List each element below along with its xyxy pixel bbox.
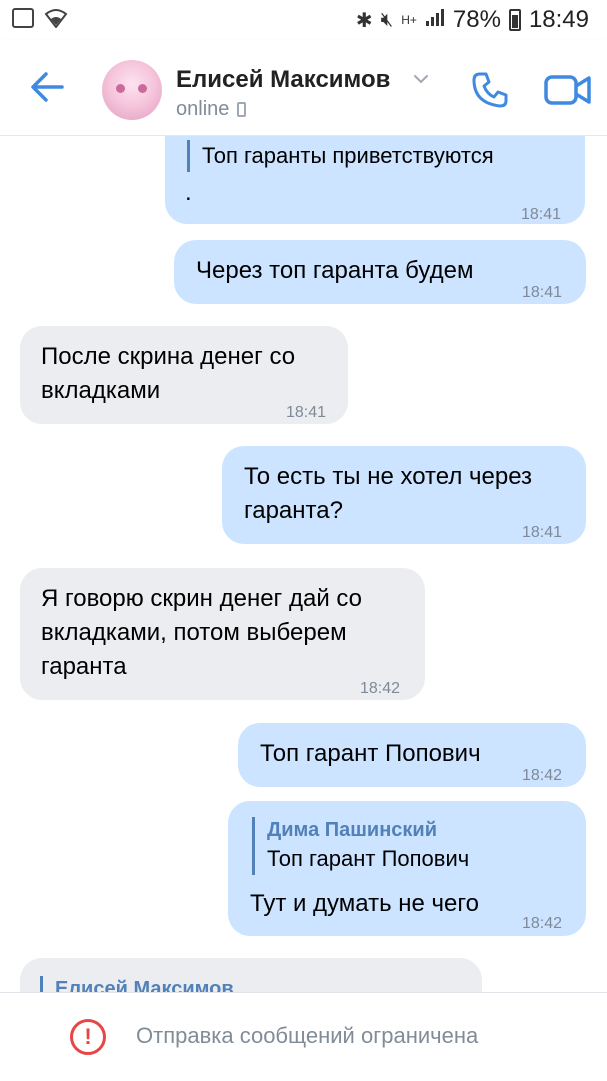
clock: 18:49 [528,6,589,33]
quoted-text: Топ гарант Попович [267,846,470,871]
message-text-line: вкладками, потом выберем [41,619,347,646]
wifi-icon [44,8,68,33]
image-icon [12,8,34,28]
message-time: 18:41 [522,284,563,301]
messaging-restricted-text: Отправка сообщений ограничена [136,1023,479,1048]
message-bubble-outgoing[interactable]: Топ гаранты приветствуются . 18:41 [165,136,585,224]
notification-icons [12,8,68,33]
message-time: 18:41 [522,524,563,541]
message-text: Через топ гаранта будем [196,257,474,284]
message-text: Я говорю скрин денег дай со вкладками, п… [41,582,362,684]
message-text: То есть ты не хотел через гаранта? [244,460,532,528]
video-call-button[interactable] [544,73,592,107]
mute-icon: 🔇︎ [380,8,394,31]
message-text-line: гаранта [41,653,127,680]
contact-status: online [176,98,247,121]
warning-icon: ! [70,1019,106,1055]
video-call-icon [544,75,591,105]
message-bubble-outgoing[interactable]: Дима Пашинский Топ гарант Попович Тут и … [228,801,586,936]
message-text: Топ гарант Попович [260,740,481,767]
quoted-text: Топ гаранты приветствуются [202,143,494,168]
back-button[interactable] [28,62,68,112]
message-time: 18:42 [522,915,563,932]
status-text: online [176,98,230,120]
message-bubble-outgoing[interactable]: То есть ты не хотел через гаранта? 18:41 [222,446,586,544]
message-text-line: После скрина денег со [41,343,296,370]
quoted-author: Елисей Максимов [55,978,234,992]
avatar[interactable] [102,60,162,120]
message-bubble-outgoing[interactable]: Топ гарант Попович 18:42 [238,723,586,787]
mobile-device-icon [237,102,247,117]
message-time: 18:41 [521,206,562,223]
message-time: 18:42 [360,680,401,697]
chat-header: Елисей Максимов online [0,40,607,136]
message-time: 18:41 [286,404,327,421]
bluetooth-icon: ✱ [355,9,373,32]
message-text-line: То есть ты не хотел через [244,463,533,490]
phone-icon [472,72,508,108]
call-button[interactable] [470,70,510,110]
battery-icon [508,9,521,31]
message-text-line: Я говорю скрин денег дай со [41,585,363,612]
message-text: После скрина денег со вкладками [41,340,295,408]
message-time: 18:42 [522,767,563,784]
quoted-message[interactable]: Елисей Максимов [40,976,234,992]
signal-icon [425,6,445,34]
message-text: Тут и думать не чего [250,890,479,917]
contact-name[interactable]: Елисей Максимов [176,66,390,94]
quoted-author: Дима Пашинский [267,819,438,841]
message-text: . [185,179,192,206]
message-list[interactable]: Топ гаранты приветствуются . 18:41 Через… [0,136,607,992]
back-arrow-icon [31,72,64,102]
message-text-line: вкладками [41,377,161,404]
chevron-down-icon[interactable] [412,70,430,88]
composer-disabled-bar: ! Отправка сообщений ограничена [0,992,607,1081]
quoted-message[interactable]: Топ гаранты приветствуются [187,140,494,172]
message-bubble-incoming[interactable]: Я говорю скрин денег дай со вкладками, п… [20,568,425,700]
message-bubble-incoming[interactable]: Елисей Максимов [20,958,482,992]
quoted-message[interactable]: Дима Пашинский Топ гарант Попович [252,817,469,875]
network-type: H+ [401,13,417,27]
system-indicators: ✱ 🔇︎ H+ 78% 18:49 [356,6,589,34]
battery-percent: 78% [452,6,501,33]
status-bar: ✱ 🔇︎ H+ 78% 18:49 [0,0,607,40]
message-bubble-outgoing[interactable]: Через топ гаранта будем 18:41 [174,240,586,304]
message-bubble-incoming[interactable]: После скрина денег со вкладками 18:41 [20,326,348,424]
message-text-line: гаранта? [244,497,343,524]
